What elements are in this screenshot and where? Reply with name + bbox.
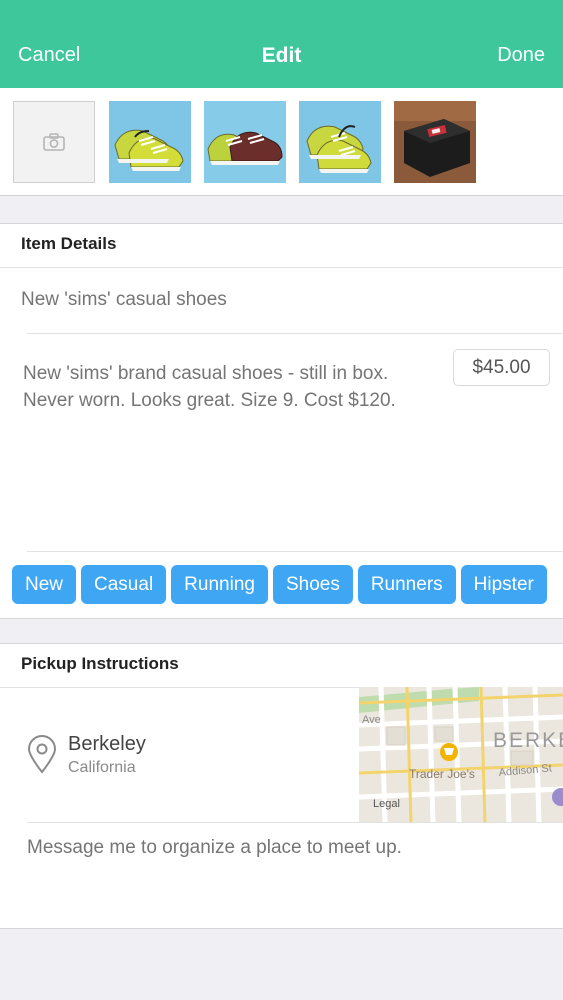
price-input[interactable]: $45.00 [453,349,550,386]
item-title-input[interactable]: New 'sims' casual shoes [21,289,227,311]
location-map[interactable]: Ave BERKE Trader Joe's Addison St Legal [359,687,563,823]
tag-chip[interactable]: Shoes [272,565,353,604]
map-street-label: Ave [362,714,381,726]
tag-chip[interactable]: Hipster [460,565,547,604]
section-divider [0,267,563,268]
location-city: Berkeley [68,733,146,755]
page-title: Edit [261,44,302,67]
camera-icon [43,133,65,151]
add-photo-button[interactable] [13,101,95,183]
map-legal-link[interactable]: Legal [373,798,400,810]
done-button[interactable]: Done [497,44,545,67]
field-divider [27,551,563,552]
pickup-heading: Pickup Instructions [21,654,179,673]
shoebox-photo[interactable] [394,101,476,183]
tag-chip[interactable]: New [12,565,77,604]
tag-chip[interactable]: Running [171,565,268,604]
edit-listing-screen: Cancel Edit Done Item Details New 'sims'… [0,0,563,1000]
item-details-section: Item Details New 'sims' casual shoes New… [0,223,563,619]
shoe-photo-2[interactable] [204,101,286,183]
shoe-photo-3[interactable] [299,101,381,183]
item-description-input[interactable]: New 'sims' brand casual shoes - still in… [23,360,443,414]
item-details-heading: Item Details [21,234,117,253]
cancel-button[interactable]: Cancel [18,44,80,67]
pickup-section: Pickup Instructions Berkeley California [0,643,563,929]
field-divider [27,333,563,334]
field-divider [27,822,563,823]
shoe-photo-1[interactable] [109,101,191,183]
photo-strip [0,88,563,196]
tag-list[interactable]: New Casual Running Shoes Runners Hipster [12,565,563,605]
map-poi-label: Trader Joe's [409,767,475,781]
description-line: Never worn. Looks great. Size 9. Cost $1… [23,390,396,411]
nav-bar: Cancel Edit Done [0,0,563,88]
location-state: California [68,759,136,776]
tag-chip[interactable]: Casual [81,565,167,604]
map-pin-icon [27,735,57,774]
map-city-label: BERKE [493,729,563,752]
tag-chip[interactable]: Runners [357,565,456,604]
pickup-message-input[interactable]: Message me to organize a place to meet u… [27,837,402,859]
description-line: New 'sims' brand casual shoes - still in… [23,363,389,384]
